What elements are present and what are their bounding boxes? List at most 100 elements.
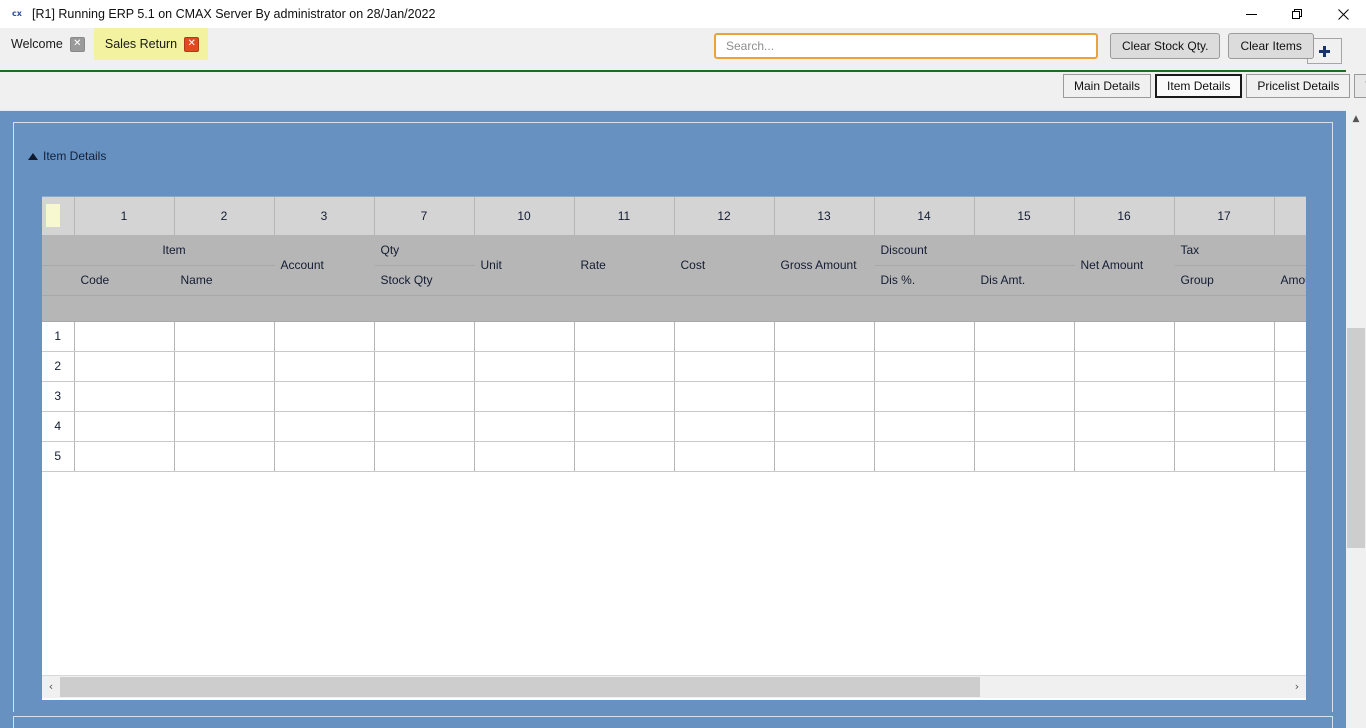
vscroll-thumb[interactable] xyxy=(1347,328,1365,548)
search-box[interactable] xyxy=(714,33,1098,59)
table-row[interactable]: 4 xyxy=(42,411,1306,442)
cell-net-amount[interactable] xyxy=(1074,321,1175,352)
hscroll-thumb[interactable] xyxy=(60,676,980,697)
cell-stock-qty[interactable] xyxy=(374,411,475,442)
cell-stock-qty[interactable] xyxy=(374,321,475,352)
cell-name[interactable] xyxy=(174,411,275,442)
filter-cell-stock-qty[interactable] xyxy=(374,295,475,322)
tab-welcome-close-icon[interactable]: ✕ xyxy=(69,36,85,52)
filter-cell-cost[interactable] xyxy=(674,295,775,322)
cell-cost[interactable] xyxy=(674,321,775,352)
tab-welcome[interactable]: Welcome ✕ xyxy=(0,28,94,60)
scroll-right-arrow-icon[interactable]: › xyxy=(1288,675,1306,698)
cell-tax-amount[interactable] xyxy=(1274,381,1306,412)
scroll-left-arrow-icon[interactable]: ‹ xyxy=(42,675,60,698)
filter-cell-tax-group[interactable] xyxy=(1174,295,1275,322)
cell-rate[interactable] xyxy=(574,381,675,412)
filter-cell-account[interactable] xyxy=(274,295,375,322)
tab-button-main-details[interactable]: Main Details xyxy=(1063,74,1152,98)
filter-cell-rate[interactable] xyxy=(574,295,675,322)
cell-account[interactable] xyxy=(274,441,375,472)
cell-unit[interactable] xyxy=(474,381,575,412)
cell-tax-group[interactable] xyxy=(1174,411,1275,442)
cell-cost[interactable] xyxy=(674,381,775,412)
cell-unit[interactable] xyxy=(474,411,575,442)
cell-name[interactable] xyxy=(174,441,275,472)
cell-unit[interactable] xyxy=(474,351,575,382)
cell-gross-amount[interactable] xyxy=(774,411,875,442)
row-number[interactable]: 2 xyxy=(42,351,75,382)
grid-horizontal-scrollbar[interactable]: ‹ › xyxy=(42,675,1306,698)
cell-gross-amount[interactable] xyxy=(774,381,875,412)
row-number[interactable]: 5 xyxy=(42,441,75,472)
cell-code[interactable] xyxy=(74,351,175,382)
cell-stock-qty[interactable] xyxy=(374,441,475,472)
filter-cell-name[interactable] xyxy=(174,295,275,322)
cell-tax-group[interactable] xyxy=(1174,321,1275,352)
hscroll-track[interactable] xyxy=(60,675,1288,698)
tab-sales-return-close-icon[interactable]: ✕ xyxy=(184,36,200,52)
cell-tax-group[interactable] xyxy=(1174,441,1275,472)
tab-button-tabs[interactable]: Tabs xyxy=(1354,74,1366,98)
col-number-1[interactable]: 1 xyxy=(74,197,175,236)
cell-dis-pct[interactable] xyxy=(874,381,975,412)
filter-cell-gross-amount[interactable] xyxy=(774,295,875,322)
restore-icon[interactable] xyxy=(1274,0,1320,28)
cell-code[interactable] xyxy=(74,411,175,442)
cell-cost[interactable] xyxy=(674,351,775,382)
cell-rate[interactable] xyxy=(574,351,675,382)
cell-stock-qty[interactable] xyxy=(374,351,475,382)
cell-code[interactable] xyxy=(74,441,175,472)
cell-dis-pct[interactable] xyxy=(874,321,975,352)
cell-name[interactable] xyxy=(174,381,275,412)
cell-account[interactable] xyxy=(274,351,375,382)
cell-account[interactable] xyxy=(274,411,375,442)
cell-stock-qty[interactable] xyxy=(374,381,475,412)
col-number-14[interactable]: 14 xyxy=(874,197,975,236)
col-number-11[interactable]: 11 xyxy=(574,197,675,236)
filter-cell-tax-amount[interactable] xyxy=(1274,295,1306,322)
tab-button-item-details[interactable]: Item Details xyxy=(1155,74,1243,98)
cell-net-amount[interactable] xyxy=(1074,381,1175,412)
cell-name[interactable] xyxy=(174,321,275,352)
col-number-12[interactable]: 12 xyxy=(674,197,775,236)
table-row[interactable]: 3 xyxy=(42,381,1306,412)
cell-rate[interactable] xyxy=(574,441,675,472)
filter-cell-dis-amt[interactable] xyxy=(974,295,1075,322)
scroll-up-arrow-icon[interactable]: ▲ xyxy=(1346,110,1366,128)
close-icon[interactable] xyxy=(1320,0,1366,28)
row-number[interactable]: 4 xyxy=(42,411,75,442)
row-number[interactable]: 3 xyxy=(42,381,75,412)
cell-dis-pct[interactable] xyxy=(874,411,975,442)
cell-code[interactable] xyxy=(74,321,175,352)
col-number-17[interactable]: 17 xyxy=(1174,197,1275,236)
cell-dis-amt[interactable] xyxy=(974,411,1075,442)
cell-tax-amount[interactable] xyxy=(1274,321,1306,352)
cell-unit[interactable] xyxy=(474,321,575,352)
cell-name[interactable] xyxy=(174,351,275,382)
cell-gross-amount[interactable] xyxy=(774,441,875,472)
minimize-icon[interactable] xyxy=(1228,0,1274,28)
cell-dis-pct[interactable] xyxy=(874,351,975,382)
cell-tax-amount[interactable] xyxy=(1274,441,1306,472)
col-number-10[interactable]: 10 xyxy=(474,197,575,236)
cell-tax-amount[interactable] xyxy=(1274,411,1306,442)
col-number-15[interactable]: 15 xyxy=(974,197,1075,236)
filter-cell-net-amount[interactable] xyxy=(1074,295,1175,322)
cell-account[interactable] xyxy=(274,381,375,412)
cell-net-amount[interactable] xyxy=(1074,351,1175,382)
filter-cell-unit[interactable] xyxy=(474,295,575,322)
cell-dis-pct[interactable] xyxy=(874,441,975,472)
cell-cost[interactable] xyxy=(674,411,775,442)
section-title[interactable]: Item Details xyxy=(28,149,106,163)
filter-cell-dis-pct[interactable] xyxy=(874,295,975,322)
filter-cell-code[interactable] xyxy=(74,295,175,322)
item-details-grid[interactable]: 1 2 3 7 10 11 12 13 14 15 16 17 Item Acc… xyxy=(42,196,1306,700)
cell-account[interactable] xyxy=(274,321,375,352)
grid-filter-row[interactable] xyxy=(42,295,1306,322)
table-row[interactable]: 1 xyxy=(42,321,1306,352)
clear-items-button[interactable]: Clear Items xyxy=(1228,33,1314,59)
cell-net-amount[interactable] xyxy=(1074,411,1175,442)
cell-dis-amt[interactable] xyxy=(974,321,1075,352)
tab-button-pricelist-details[interactable]: Pricelist Details xyxy=(1246,74,1351,98)
